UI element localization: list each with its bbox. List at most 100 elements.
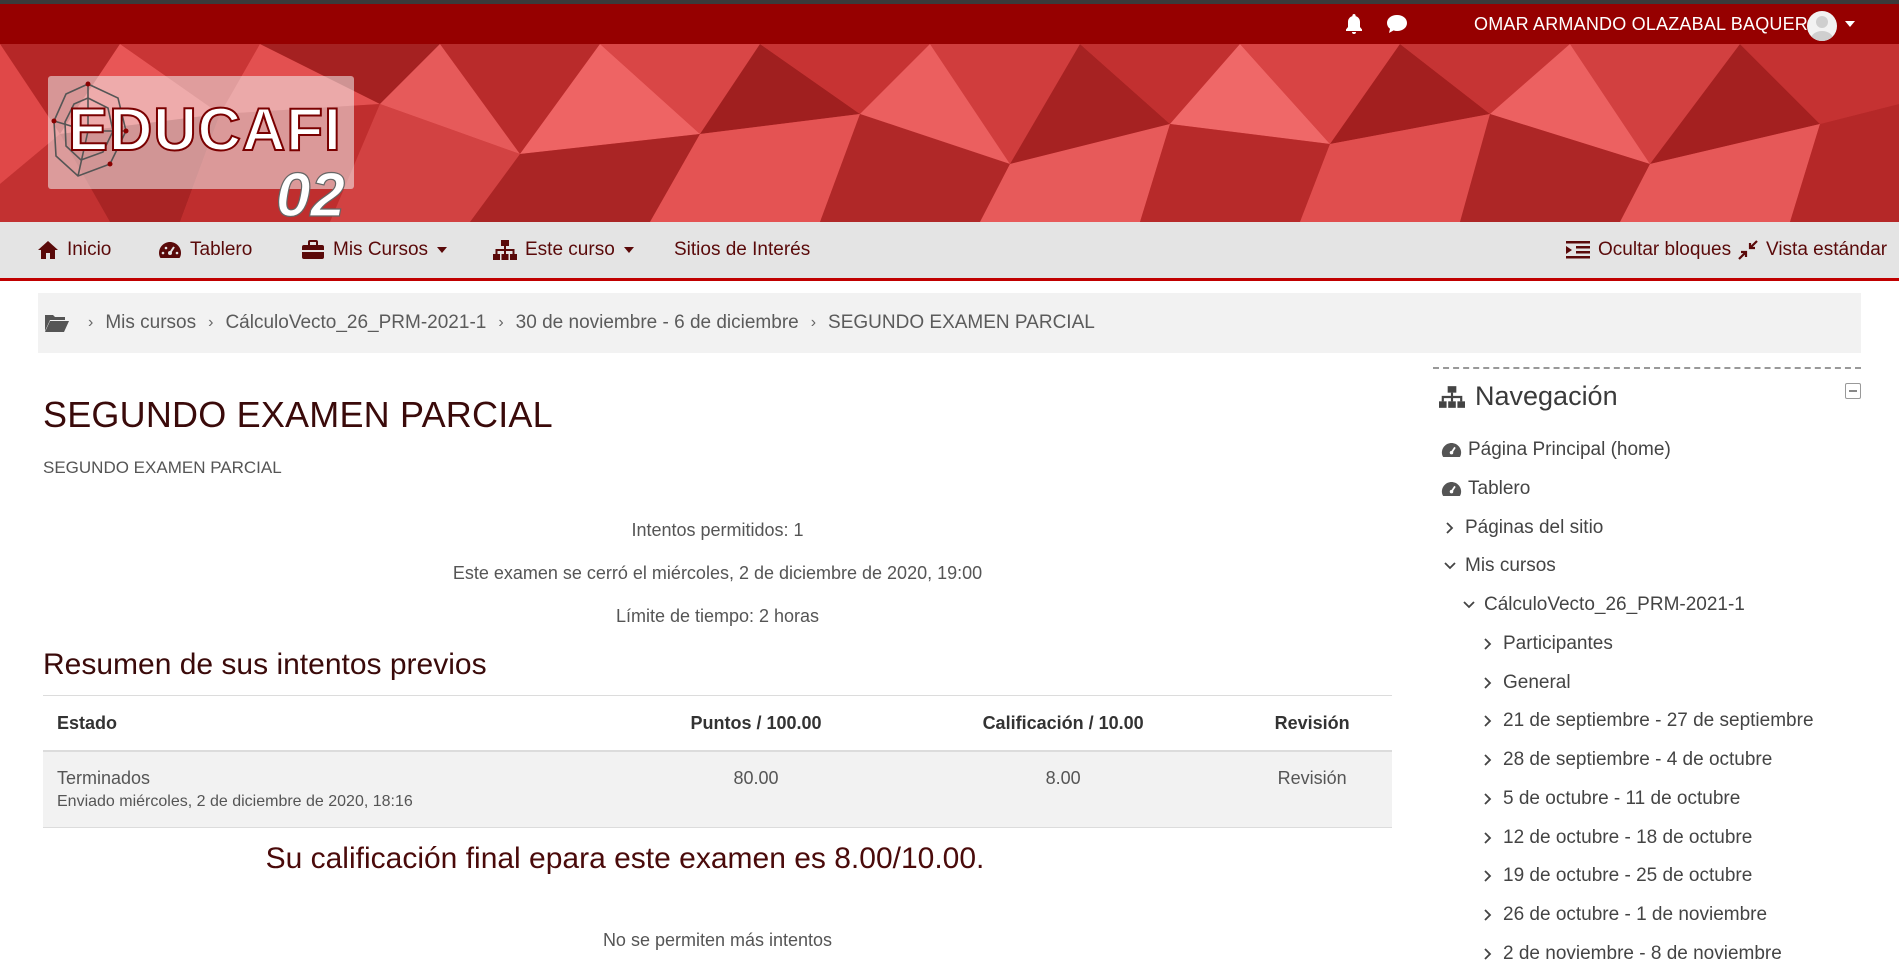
nav-sites[interactable]: Sitios de Interés <box>674 222 810 278</box>
quiz-closed-info: Este examen se cerró el miércoles, 2 de … <box>452 563 983 583</box>
nav-tree-item-label: Tablero <box>1468 478 1531 499</box>
briefcase-icon <box>302 240 324 259</box>
chevron-down-icon <box>437 247 448 253</box>
nav-tree-item[interactable]: 5 de octubre - 11 de octubre <box>1481 788 1740 810</box>
nav-my-courses-label: Mis Cursos <box>333 239 429 260</box>
standard-view-button[interactable]: Vista estándar <box>1738 222 1887 278</box>
nav-tree-item[interactable]: Página Principal (home) <box>1441 439 1671 461</box>
svg-text:02: 02 <box>276 161 345 222</box>
chevron-right-icon <box>1481 753 1503 767</box>
cell-estado: Terminados Enviado miércoles, 2 de dicie… <box>43 751 618 828</box>
nav-tree-item-label: Participantes <box>1503 633 1613 654</box>
nav-tree-item-label: 21 de septiembre - 27 de septiembre <box>1503 710 1814 731</box>
attempt-submitted: Enviado miércoles, 2 de diciembre de 202… <box>57 793 413 810</box>
breadcrumb-item-course[interactable]: CálculoVecto_26_PRM-2021-1 <box>225 312 486 334</box>
nav-tree-item-label: Página Principal (home) <box>1468 439 1671 460</box>
sitemap-icon <box>493 240 517 260</box>
nav-tree-item[interactable]: 28 de septiembre - 4 de octubre <box>1481 749 1772 771</box>
avatar[interactable] <box>1807 11 1837 41</box>
chevron-right-icon <box>1481 831 1503 845</box>
nav-tree-item-label: 5 de octubre - 11 de octubre <box>1503 788 1741 809</box>
user-name[interactable]: OMAR ARMANDO OLAZABAL BAQUERO <box>1474 14 1822 35</box>
col-header-puntos: Puntos / 100.00 <box>618 695 894 752</box>
compress-icon <box>1738 240 1758 260</box>
nav-tree-item[interactable]: 26 de octubre - 1 de noviembre <box>1481 904 1767 926</box>
hide-blocks-label: Ocultar bloques <box>1598 239 1732 260</box>
chevron-right-icon <box>1481 714 1503 728</box>
final-grade: Su calificación final epara este examen … <box>265 842 985 875</box>
nav-dashboard[interactable]: Tablero <box>158 222 252 278</box>
nav-tree-item-label: CálculoVecto_26_PRM-2021-1 <box>1484 594 1745 615</box>
nav-tree-item-label: 2 de noviembre - 8 de noviembre <box>1503 943 1782 964</box>
no-more-attempts: No se permiten más intentos <box>602 930 833 950</box>
sitemap-icon <box>1439 385 1465 408</box>
header-banner: EDUCAFI 02 <box>0 44 1899 222</box>
nav-tree-item-label: Páginas del sitio <box>1465 517 1604 538</box>
col-header-estado: Estado <box>43 695 618 752</box>
nav-tree-item-label: 12 de octubre - 18 de octubre <box>1503 827 1753 848</box>
bell-icon[interactable] <box>1342 12 1366 36</box>
dashboard-icon <box>1441 480 1468 498</box>
nav-tree-item-label: 28 de septiembre - 4 de octubre <box>1503 749 1773 770</box>
chevron-right-icon <box>1443 521 1465 535</box>
nav-home[interactable]: Inicio <box>37 222 111 278</box>
folder-open-icon[interactable] <box>44 312 70 334</box>
chevron-down-icon <box>1462 598 1484 612</box>
nav-tree-item[interactable]: 19 de octubre - 25 de octubre <box>1481 865 1752 887</box>
nav-tree-item[interactable]: 12 de octubre - 18 de octubre <box>1481 827 1752 849</box>
chevron-right-icon: › <box>810 314 817 331</box>
nav-this-course-label: Este curso <box>525 239 615 260</box>
nav-my-courses[interactable]: Mis Cursos <box>301 222 448 278</box>
nav-tree-item[interactable]: CálculoVecto_26_PRM-2021-1 <box>1462 594 1745 616</box>
nav-tree-item[interactable]: Mis cursos <box>1443 555 1556 577</box>
attempt-state: Terminados <box>57 768 151 788</box>
nav-tree-item[interactable]: Tablero <box>1441 478 1530 500</box>
chevron-right-icon: › <box>88 314 94 331</box>
breadcrumb-item-week[interactable]: 30 de noviembre - 6 de diciembre <box>516 312 799 334</box>
chevron-down-icon <box>623 247 634 253</box>
hide-blocks-button[interactable]: Ocultar bloques <box>1566 222 1731 278</box>
table-row: Terminados Enviado miércoles, 2 de dicie… <box>43 751 1392 828</box>
nav-tree-item[interactable]: 2 de noviembre - 8 de noviembre <box>1481 943 1782 965</box>
nav-tree-item-label: 26 de octubre - 1 de noviembre <box>1503 904 1768 925</box>
chevron-right-icon <box>1481 869 1503 883</box>
chevron-right-icon: › <box>208 314 214 331</box>
chevron-right-icon: › <box>498 314 504 331</box>
page-title: SEGUNDO EXAMEN PARCIAL <box>43 394 553 435</box>
navigation-block: Navegación Página Principal (home) Tabler… <box>1433 367 1861 969</box>
chevron-down-icon <box>1443 559 1465 573</box>
attempts-table: Estado Puntos / 100.00 Calificación / 10… <box>43 695 1392 828</box>
chevron-down-icon[interactable] <box>1845 21 1855 27</box>
breadcrumb-item-current[interactable]: SEGUNDO EXAMEN PARCIAL <box>828 312 1095 334</box>
chevron-right-icon <box>1481 947 1503 961</box>
standard-view-label: Vista estándar <box>1766 239 1888 260</box>
chevron-right-icon <box>1481 637 1503 651</box>
quiz-intro: SEGUNDO EXAMEN PARCIAL <box>43 458 282 477</box>
main-navbar: Inicio Tablero Mis Cursos Este curso Sit… <box>0 222 1899 281</box>
nav-tree-item[interactable]: Participantes <box>1481 633 1613 655</box>
col-header-revision: Revisión <box>1232 695 1392 752</box>
cell-calificacion: 8.00 <box>893 751 1233 828</box>
cell-puntos: 80.00 <box>618 751 894 828</box>
nav-tree-item[interactable]: Páginas del sitio <box>1443 517 1603 539</box>
nav-dashboard-label: Tablero <box>190 239 253 260</box>
dashboard-icon <box>159 242 181 258</box>
nav-tree-item[interactable]: 21 de septiembre - 27 de septiembre <box>1481 710 1814 732</box>
svg-text:EDUCAFI: EDUCAFI <box>68 96 342 163</box>
nav-tree-item-label: Mis cursos <box>1465 555 1556 576</box>
educafi-logo[interactable]: EDUCAFI 02 <box>48 76 358 222</box>
navigation-title-label: Navegación <box>1475 381 1618 411</box>
chevron-right-icon <box>1481 908 1503 922</box>
top-bar: OMAR ARMANDO OLAZABAL BAQUERO <box>0 4 1899 44</box>
nav-tree-item-label: General <box>1503 672 1571 693</box>
chevron-right-icon <box>1481 676 1503 690</box>
nav-this-course[interactable]: Este curso <box>493 222 634 278</box>
col-header-calificacion: Calificación / 10.00 <box>893 695 1233 752</box>
collapse-block-icon[interactable] <box>1845 383 1861 399</box>
cell-revision: Revisión <box>1232 751 1392 828</box>
attempts-allowed: Intentos permitidos: 1 <box>631 520 804 540</box>
nav-tree-item[interactable]: General <box>1481 672 1571 694</box>
nav-tree-item-label: 19 de octubre - 25 de octubre <box>1503 865 1753 886</box>
breadcrumb-item-my-courses[interactable]: Mis cursos <box>105 312 196 334</box>
chat-icon[interactable] <box>1384 12 1408 36</box>
